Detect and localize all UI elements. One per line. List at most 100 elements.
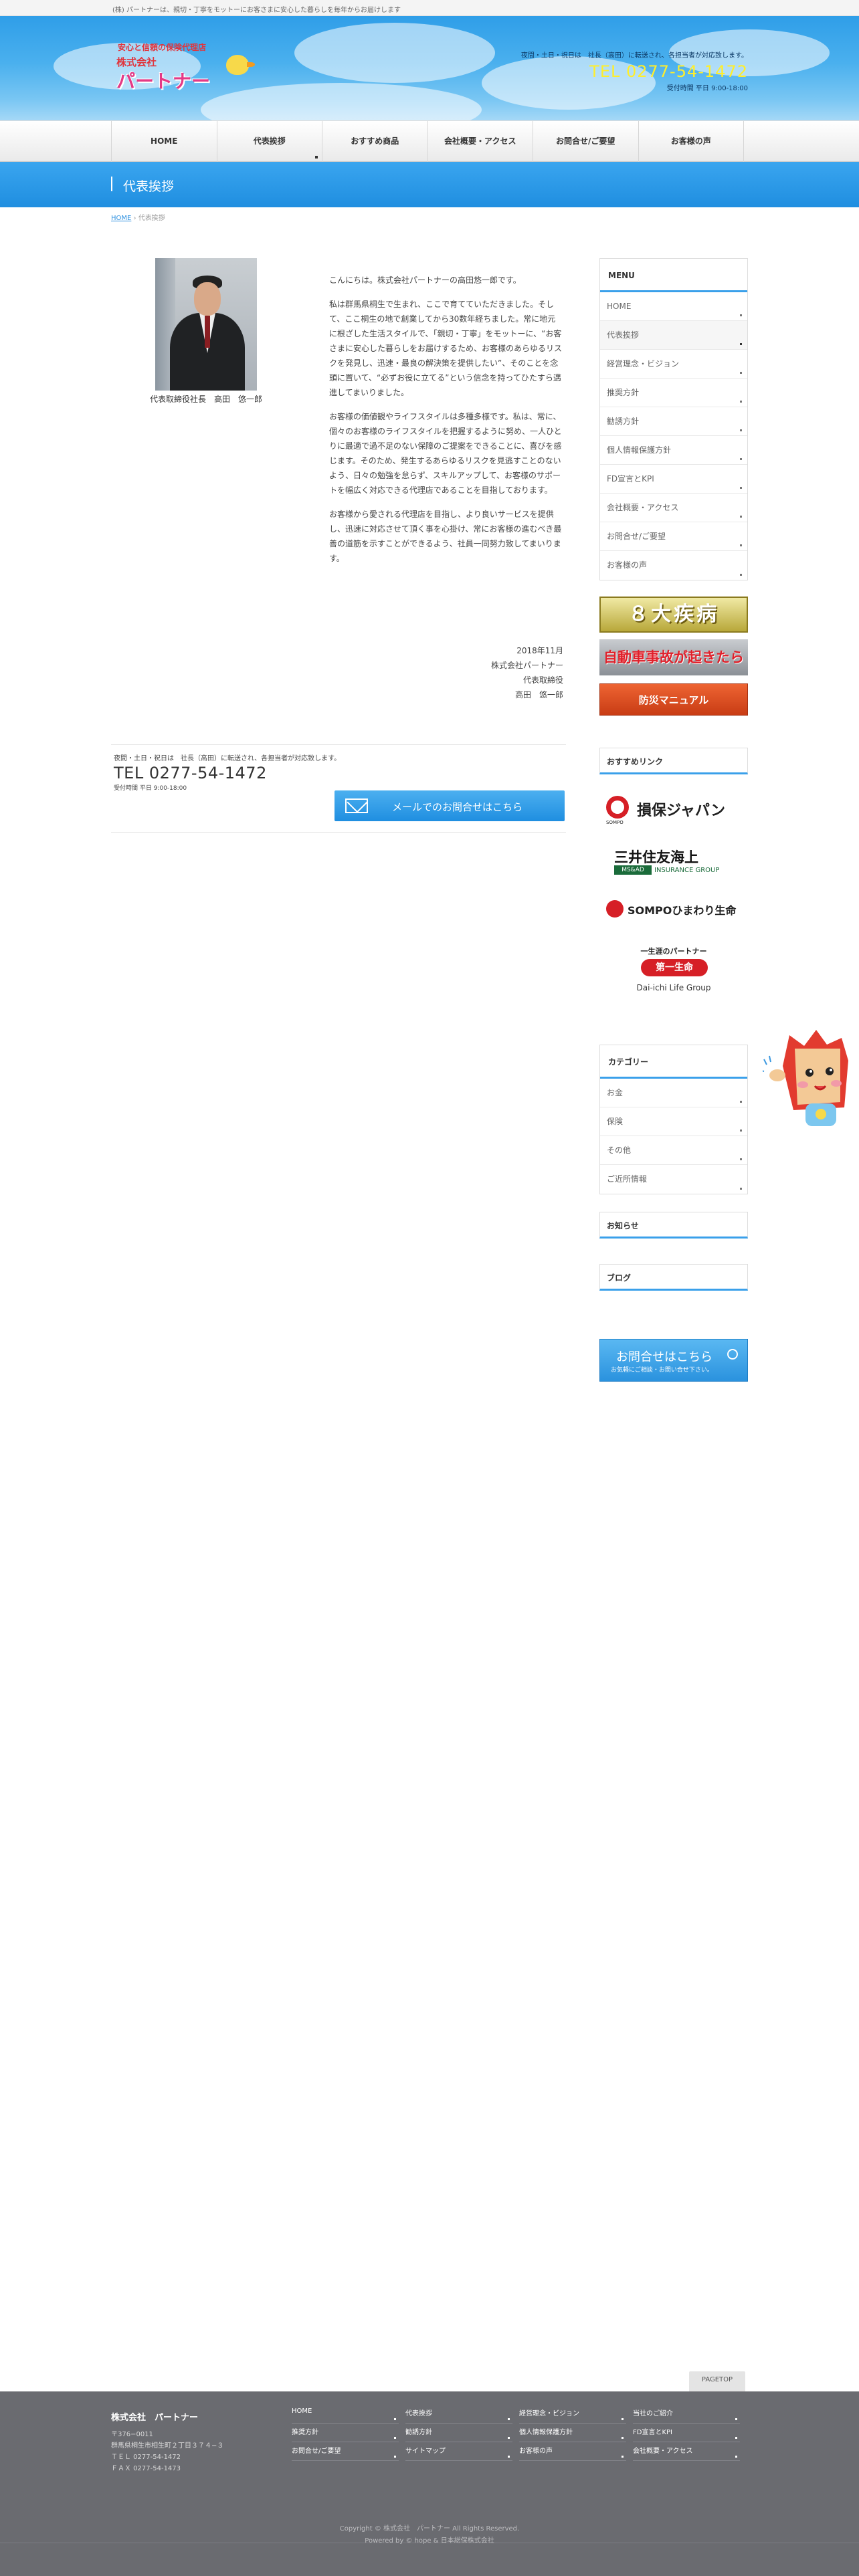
contact-box: 夜間・土日・祝日は 社長（高田）に転送され、各担当者が対応致します。 TEL 0… bbox=[114, 752, 569, 792]
link-daiichi-life[interactable]: 一生涯のパートナー 第一生命 Dai-ichi Life Group bbox=[599, 944, 748, 1004]
powered-by: Powered by © hope & 日本総保株式会社 bbox=[365, 2537, 494, 2545]
sidebar-item-contact[interactable]: お問合せ/ご要望 bbox=[600, 522, 747, 551]
footer-link[interactable]: 勧誘方針 bbox=[405, 2426, 512, 2442]
news-widget[interactable]: お知らせ bbox=[599, 1212, 748, 1239]
site-footer: 株式会社 パートナー 〒376−0011 群馬県桐生市相生町２丁目３７４−３ Ｔ… bbox=[0, 2391, 859, 2576]
signature-date: 2018年11月 bbox=[516, 646, 563, 655]
sidebar-item-home[interactable]: HOME bbox=[600, 292, 747, 321]
footer-company: 株式会社 パートナー bbox=[111, 2413, 199, 2423]
title-accent-bar bbox=[111, 177, 112, 191]
footer-link[interactable]: FD宣言とKPI bbox=[633, 2426, 740, 2442]
site-logo[interactable]: 安心と信頼の保険代理店 株式会社 パートナー bbox=[112, 41, 255, 95]
header-contact-info: 夜間・土日・祝日は 社長（高田）に転送され、各担当者が対応致します。 TEL 0… bbox=[521, 49, 748, 92]
header-phone[interactable]: TEL 0277-54-1472 bbox=[521, 62, 748, 81]
header-hours: 受付時間 平日 9:00-18:00 bbox=[666, 85, 748, 92]
sompo-logo-icon bbox=[606, 796, 629, 819]
signature-company: 株式会社パートナー bbox=[490, 661, 563, 670]
link-sompo-japan[interactable]: 損保ジャパン SOMPO bbox=[599, 793, 748, 825]
page-title: 代表挨拶 bbox=[123, 179, 175, 194]
top-bar: (株) パートナーは、親切・丁寧をモットーにお客さまに安心した暮らしを毎年からお… bbox=[0, 0, 859, 16]
sidebar-item-greeting[interactable]: 代表挨拶 bbox=[600, 321, 747, 350]
photo-caption: 代表取締役社長 高田 悠一郎 bbox=[149, 395, 262, 404]
sidebar-menu-title: MENU bbox=[600, 259, 747, 292]
breadcrumb-home[interactable]: HOME bbox=[111, 215, 131, 222]
arrow-circle-icon bbox=[727, 1349, 738, 1360]
footer-fax: ＦＡＸ 0277-54-1473 bbox=[111, 2465, 181, 2472]
president-photo bbox=[155, 258, 257, 391]
nav-company-access[interactable]: 会社概要・アクセス bbox=[427, 121, 533, 163]
sidebar-item-privacy[interactable]: 個人情報保護方針 bbox=[600, 436, 747, 465]
logo-company-name: パートナー bbox=[116, 70, 211, 92]
links-title: おすすめリンク bbox=[599, 748, 748, 774]
inquiry-sub: お気軽にご相談・お問い合せ下さい。 bbox=[611, 1367, 713, 1374]
sidebar-item-recommend-policy[interactable]: 推奨方針 bbox=[600, 379, 747, 407]
pagetop-button[interactable]: PAGETOP bbox=[689, 2371, 745, 2391]
divider bbox=[111, 832, 566, 833]
category-item-money[interactable]: お金 bbox=[600, 1079, 747, 1107]
blog-title: ブログ bbox=[607, 1273, 632, 1283]
breadcrumb: HOME › 代表挨拶 bbox=[111, 212, 165, 222]
footer-link[interactable]: お問合せ/ご要望 bbox=[292, 2445, 399, 2461]
daiichi-tagline: 一生涯のパートナー bbox=[640, 947, 707, 956]
greeting-paragraph: 私は群馬県桐生で生まれ、ここで育てていただきました。そして、ここ桐生の地で創業し… bbox=[329, 300, 563, 397]
signature-name: 高田 悠一郎 bbox=[514, 690, 563, 700]
footer-link[interactable]: 会社概要・アクセス bbox=[633, 2445, 740, 2461]
news-title: お知らせ bbox=[607, 1221, 639, 1230]
inquiry-banner[interactable]: お問合せはこちら お気軽にご相談・お問い合せ下さい。 bbox=[599, 1339, 748, 1382]
contact-phone[interactable]: TEL 0277-54-1472 bbox=[114, 764, 569, 782]
breadcrumb-separator: › bbox=[133, 215, 136, 222]
banner-8-diseases[interactable]: ８大疾病 bbox=[599, 597, 748, 633]
sidebar-item-solicit-policy[interactable]: 勧誘方針 bbox=[600, 407, 747, 436]
footer-link[interactable]: 経営理念・ビジョン bbox=[519, 2407, 626, 2424]
daiichi-name: 第一生命 bbox=[641, 959, 708, 976]
nav-greeting[interactable]: 代表挨拶 bbox=[216, 121, 322, 163]
global-nav: HOME 代表挨拶 おすすめ商品 会社概要・アクセス お問合せ/ご要望 お客様の… bbox=[0, 120, 859, 163]
inquiry-title: お問合せはこちら bbox=[616, 1350, 712, 1364]
daiichi-group: Dai-ichi Life Group bbox=[636, 983, 711, 992]
nav-customer-voice[interactable]: お客様の声 bbox=[638, 121, 744, 163]
category-item-neighborhood[interactable]: ご近所情報 bbox=[600, 1165, 747, 1194]
copyright: Copyright © 株式会社 パートナー All Rights Reserv… bbox=[339, 2525, 520, 2533]
sidebar-categories: カテゴリー お金 保険 その他 ご近所情報 bbox=[599, 1045, 748, 1194]
signature-role: 代表取締役 bbox=[522, 675, 563, 685]
top-bar-text: (株) パートナーは、親切・丁寧をモットーにお客さまに安心した暮らしを毎年からお… bbox=[112, 7, 401, 14]
page-title-bar: 代表挨拶 bbox=[0, 162, 859, 207]
blog-widget[interactable]: ブログ bbox=[599, 1264, 748, 1291]
sidebar-item-philosophy[interactable]: 経営理念・ビジョン bbox=[600, 350, 747, 379]
mail-inquiry-label: メールでのお問合せはこちら bbox=[392, 801, 523, 813]
mitsui-name: 三井住友海上 bbox=[614, 849, 698, 865]
mail-inquiry-button[interactable]: メールでのお問合せはこちら bbox=[335, 790, 565, 821]
footer-link[interactable]: お客様の声 bbox=[519, 2445, 626, 2461]
category-title: カテゴリー bbox=[600, 1045, 747, 1079]
msad-badge: MS&AD bbox=[614, 865, 652, 875]
category-item-other[interactable]: その他 bbox=[600, 1136, 747, 1165]
footer-postal: 〒376−0011 bbox=[111, 2431, 153, 2438]
footer-link[interactable]: サイトマップ bbox=[405, 2445, 512, 2461]
footer-link[interactable]: 当社のご紹介 bbox=[633, 2407, 740, 2424]
sidebar-item-company-access[interactable]: 会社概要・アクセス bbox=[600, 494, 747, 522]
sidebar-item-fd-kpi[interactable]: FD宣言とKPI bbox=[600, 465, 747, 494]
sompo-sub: SOMPO bbox=[606, 820, 624, 825]
banner-disaster-manual[interactable]: 防災マニュアル bbox=[599, 683, 748, 716]
footer-link[interactable]: 代表挨拶 bbox=[405, 2407, 512, 2424]
greeting-paragraph: お客様の価値観やライフスタイルは多種多様です。私は、常に、個々のお客様のライフス… bbox=[329, 412, 562, 495]
category-item-insurance[interactable]: 保険 bbox=[600, 1107, 747, 1136]
logo-tagline: 安心と信頼の保険代理店 bbox=[118, 43, 207, 52]
sidebar-item-customer-voice[interactable]: お客様の声 bbox=[600, 551, 747, 580]
footer-link[interactable]: HOME bbox=[292, 2407, 399, 2424]
envelope-icon bbox=[345, 798, 368, 813]
footer-link[interactable]: 推奨方針 bbox=[292, 2426, 399, 2442]
link-sompo-himawari[interactable]: SOMPOひまわり生命 bbox=[599, 896, 748, 920]
breadcrumb-current: 代表挨拶 bbox=[138, 215, 165, 222]
header-notice: 夜間・土日・祝日は 社長（高田）に転送され、各担当者が対応致します。 bbox=[520, 52, 748, 60]
nav-products[interactable]: おすすめ商品 bbox=[322, 121, 427, 163]
greeting-paragraph: こんにちは。株式会社パートナーの高田悠一郎です。 bbox=[329, 276, 521, 285]
footer-link[interactable]: 個人情報保護方針 bbox=[519, 2426, 626, 2442]
nav-home[interactable]: HOME bbox=[111, 121, 217, 163]
banner-car-accident[interactable]: 自動車事故が起きたら bbox=[599, 639, 748, 675]
nav-contact[interactable]: お問合せ/ご要望 bbox=[533, 121, 638, 163]
footer-street: 群馬県桐生市相生町２丁目３７４−３ bbox=[111, 2442, 224, 2450]
link-mitsui-sumitomo[interactable]: 三井住友海上 MS&AD INSURANCE GROUP bbox=[599, 844, 748, 880]
sidebar-menu: MENU HOME 代表挨拶 経営理念・ビジョン 推奨方針 勧誘方針 個人情報保… bbox=[599, 258, 748, 580]
divider bbox=[111, 744, 566, 745]
